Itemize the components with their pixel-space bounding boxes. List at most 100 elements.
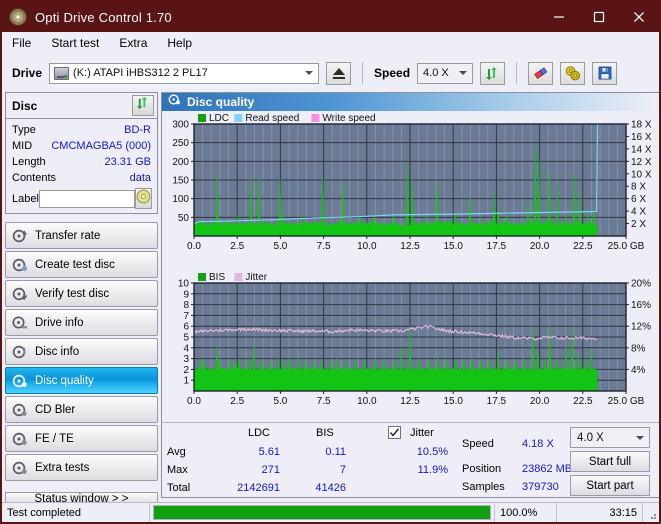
- disc-label-row: Label: [12, 188, 151, 209]
- status-message: Test completed: [2, 503, 150, 522]
- svg-text:6 X: 6 X: [631, 194, 646, 205]
- window-title: Opti Drive Control 1.70: [35, 10, 172, 25]
- disc-quality-icon: [12, 373, 28, 389]
- svg-text:4%: 4%: [631, 365, 646, 376]
- start-part-button[interactable]: Start part: [570, 475, 650, 496]
- svg-text:22.5: 22.5: [573, 396, 593, 407]
- sidebar-item-verify-test-disc[interactable]: Verify test disc: [5, 280, 158, 307]
- sidebar-item-label: Disc quality: [35, 375, 94, 387]
- svg-text:17.5: 17.5: [487, 396, 507, 407]
- disc-info-icon: [12, 344, 28, 360]
- sidebar-item-drive-info[interactable]: Drive info: [5, 309, 158, 336]
- panel-header: Disc quality: [162, 93, 659, 111]
- stats-col-bis: BIS: [316, 427, 334, 439]
- progress-track: [153, 505, 491, 520]
- maximize-icon[interactable]: [579, 2, 619, 32]
- progress-percent: 100.0%: [495, 503, 557, 522]
- menu-item-start-test[interactable]: Start test: [51, 36, 99, 50]
- disc-label-button[interactable]: [135, 188, 152, 209]
- disc-type-label: Type: [12, 124, 36, 136]
- test-speed-select[interactable]: 4.0 X: [570, 427, 650, 448]
- drive-label: Drive: [12, 66, 42, 80]
- disc-fete-icon: [12, 431, 28, 447]
- sidebar-item-label: Drive info: [35, 317, 84, 329]
- svg-text:16%: 16%: [631, 300, 651, 311]
- disc-tools-button[interactable]: [560, 62, 585, 85]
- menu-bar: File Start test Extra Help: [2, 32, 659, 54]
- svg-text:20%: 20%: [631, 279, 651, 290]
- sidebar-item-cd-bler[interactable]: CD Bler: [5, 396, 158, 423]
- svg-text:12 X: 12 X: [631, 157, 652, 168]
- disc-properties: Type BD-R MID CMCMAGBA5 (000) Length 23.…: [6, 119, 157, 213]
- svg-text:10 X: 10 X: [631, 169, 652, 180]
- sidebar-item-label: CD Bler: [35, 404, 75, 416]
- disc-length-value: 23.31 GB: [105, 156, 151, 168]
- jitter-checkbox[interactable]: [388, 426, 401, 439]
- drive-select[interactable]: (K:) ATAPI iHBS312 2 PL17: [49, 63, 319, 84]
- svg-text:16 X: 16 X: [631, 132, 652, 143]
- sidebar-item-disc-quality[interactable]: Disc quality: [5, 367, 158, 394]
- close-icon[interactable]: [619, 2, 659, 32]
- svg-text:18 X: 18 X: [631, 120, 652, 131]
- sidebar-item-fe-te[interactable]: FE / TE: [5, 425, 158, 452]
- svg-text:25.0 GB: 25.0 GB: [608, 241, 645, 252]
- svg-text:4: 4: [183, 343, 189, 354]
- toolbar: Drive (K:) ATAPI iHBS312 2 PL17 Speed 4.…: [2, 54, 659, 92]
- ldc-chart: 501001502002503002 X4 X6 X8 X10 X12 X14 …: [162, 112, 659, 262]
- jitter-label: Jitter: [410, 427, 434, 439]
- resize-grip-icon[interactable]: [643, 503, 659, 522]
- disc-icon: [9, 8, 27, 26]
- svg-text:8: 8: [183, 300, 189, 311]
- speed-stat-value: 4.18 X: [522, 438, 554, 450]
- samples-stat-label: Samples: [462, 481, 505, 493]
- bis-chart: 123456789104%8%12%16%20%0.02.55.07.510.0…: [162, 267, 659, 417]
- minimize-icon[interactable]: [539, 2, 579, 32]
- title-bar: Opti Drive Control 1.70: [2, 2, 659, 32]
- sidebar-item-transfer-rate[interactable]: Transfer rate: [5, 222, 158, 249]
- refresh-icon: [136, 96, 150, 115]
- stats-col-ldc: LDC: [248, 427, 270, 439]
- ldc-max-value: 271: [222, 464, 280, 476]
- svg-text:10: 10: [178, 279, 190, 290]
- refresh-button[interactable]: [480, 62, 505, 85]
- svg-text:12.5: 12.5: [400, 396, 420, 407]
- sidebar-item-label: Extra tests: [35, 462, 89, 474]
- progress-fill: [154, 506, 490, 519]
- disc-label-input[interactable]: [39, 190, 135, 208]
- left-panel: Disc Type BD-R: [5, 92, 158, 498]
- svg-text:20.0: 20.0: [530, 241, 550, 252]
- jitter-avg-value: 10.5%: [400, 446, 448, 458]
- save-button[interactable]: [592, 62, 617, 85]
- speed-select[interactable]: 4.0 X: [417, 63, 473, 84]
- disc-refresh-button[interactable]: [132, 95, 154, 116]
- disc-panel-title: Disc: [12, 99, 37, 113]
- status-bar: Test completed 100.0% 33:15: [2, 502, 659, 522]
- refresh-icon: [485, 66, 500, 81]
- disc-transfer-icon: [12, 228, 28, 244]
- sidebar-item-extra-tests[interactable]: Extra tests: [5, 454, 158, 481]
- disc-create-icon: [12, 257, 28, 273]
- chevron-down-icon: [459, 71, 467, 75]
- menu-item-file[interactable]: File: [12, 36, 31, 50]
- svg-text:12%: 12%: [631, 322, 651, 333]
- speed-stat-label: Speed: [462, 438, 494, 450]
- toolbar-divider-2: [516, 62, 517, 84]
- stats-row-total: Total: [167, 482, 190, 494]
- menu-item-help[interactable]: Help: [167, 36, 192, 50]
- sidebar-item-create-test-disc[interactable]: Create test disc: [5, 251, 158, 278]
- menu-item-extra[interactable]: Extra: [119, 36, 147, 50]
- svg-text:12.5: 12.5: [400, 241, 420, 252]
- elapsed-time: 33:15: [557, 503, 643, 522]
- svg-text:300: 300: [172, 120, 189, 131]
- toolbar-divider-1: [362, 62, 363, 84]
- ldc-avg-value: 5.61: [222, 446, 280, 458]
- erase-button[interactable]: [528, 62, 553, 85]
- sidebar-item-disc-info[interactable]: Disc info: [5, 338, 158, 365]
- svg-text:LDC: LDC: [209, 113, 229, 124]
- eject-button[interactable]: [326, 62, 351, 85]
- bis-max-value: 7: [290, 464, 346, 476]
- page-title: Disc quality: [187, 95, 254, 109]
- disc-label-label: Label: [12, 193, 39, 205]
- start-full-button[interactable]: Start full: [570, 451, 650, 472]
- disc-info-panel: Disc Type BD-R: [5, 92, 158, 214]
